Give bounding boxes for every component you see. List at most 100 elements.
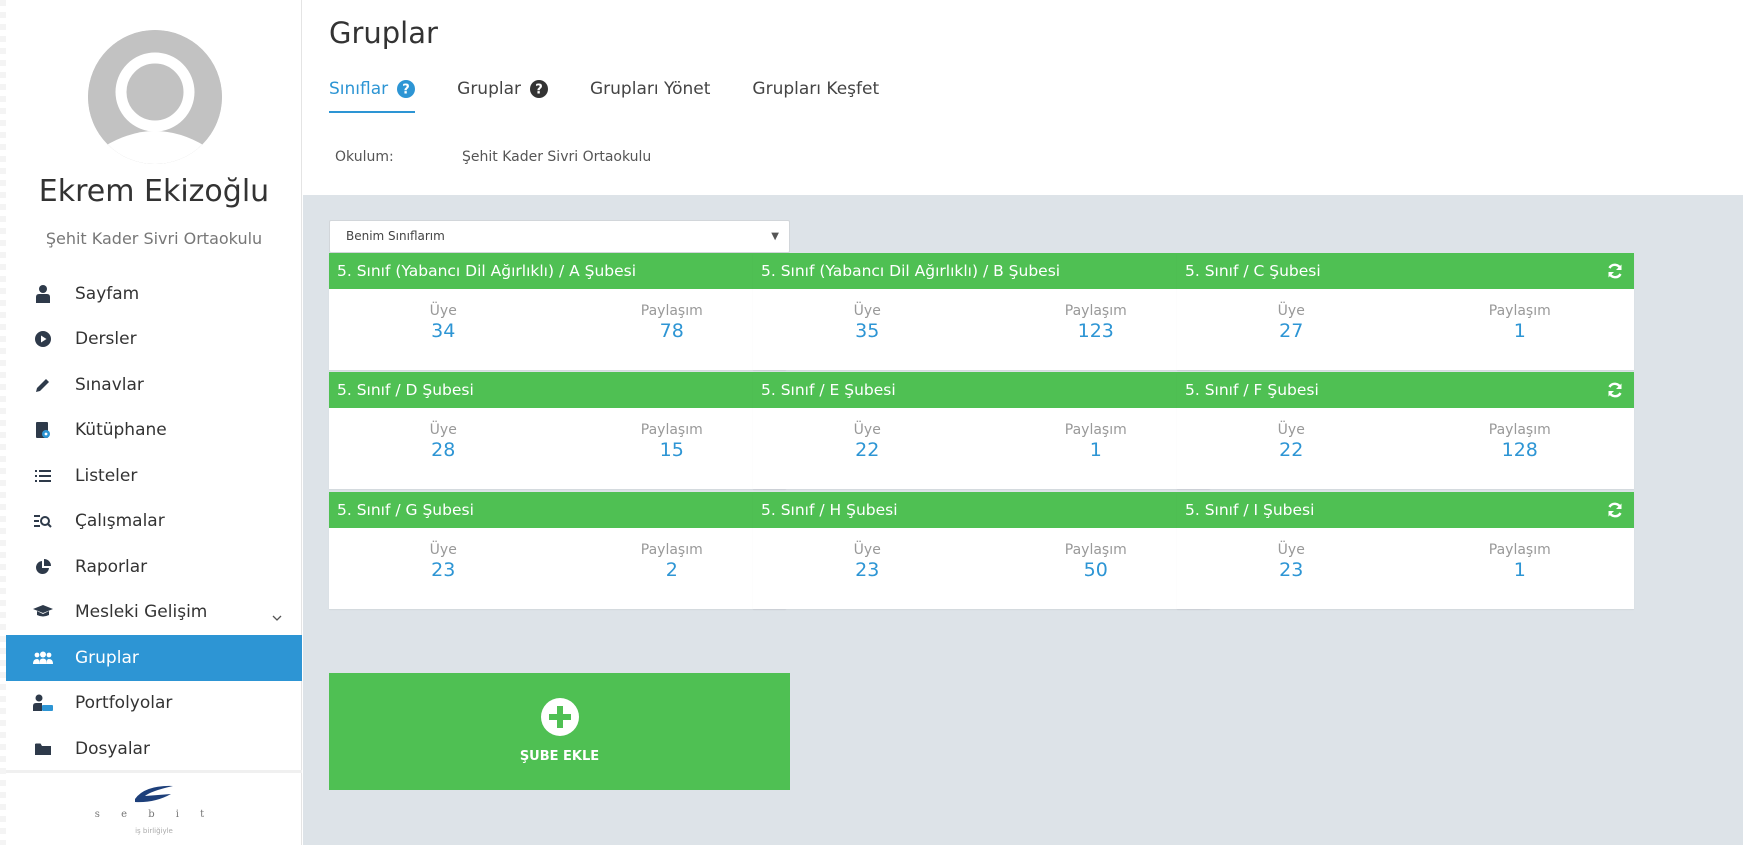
class-card-title: 5. Sınıf / D Şubesi (337, 381, 474, 399)
tab-label: Sınıflar (329, 79, 389, 99)
class-card[interactable]: 5. Sınıf (Yabancı Dil Ağırlıklı) / B Şub… (753, 253, 1210, 370)
class-card-header[interactable]: 5. Sınıf (Yabancı Dil Ağırlıklı) / A Şub… (329, 253, 786, 289)
share-label: Paylaşım (640, 303, 703, 319)
user-school: Şehit Kader Sivri Ortaokulu (45, 229, 263, 248)
folder-icon (33, 739, 53, 759)
share-stat: Paylaşım 123 (982, 303, 1211, 342)
sidebar-item-label: Sayfam (75, 283, 140, 304)
sidebar-item-label: Portfolyolar (75, 693, 173, 714)
sidebar-item-listeler[interactable]: Listeler (6, 453, 302, 499)
class-card-title: 5. Sınıf / F Şubesi (1185, 381, 1319, 399)
class-card[interactable]: 5. Sınıf / C Şubesi Üye 27 Paylaşım 1 (1177, 253, 1634, 370)
refresh-icon[interactable] (1606, 381, 1624, 399)
class-card-header[interactable]: 5. Sınıf / F Şubesi (1177, 372, 1634, 408)
member-count[interactable]: 34 (329, 320, 558, 342)
play-circle-icon (33, 329, 53, 349)
add-branch-label: ŞUBE EKLE (519, 749, 600, 764)
class-card-header[interactable]: 5. Sınıf / G Şubesi (329, 492, 786, 528)
sidebar-item-sayfam[interactable]: Sayfam (6, 271, 302, 317)
tab-gruplar[interactable]: Gruplar ? (457, 79, 548, 113)
class-card[interactable]: 5. Sınıf / F Şubesi Üye 22 Paylaşım 128 (1177, 372, 1634, 489)
sebit-logo-icon (6, 783, 302, 809)
share-stat: Paylaşım 128 (1406, 422, 1635, 461)
class-card-header[interactable]: 5. Sınıf (Yabancı Dil Ağırlıklı) / B Şub… (753, 253, 1210, 289)
sidebar-item-dersler[interactable]: Dersler (6, 317, 302, 363)
share-count[interactable]: 1 (982, 439, 1211, 461)
share-count[interactable]: 128 (1406, 439, 1635, 461)
tab-label: Gruplar (457, 79, 521, 99)
share-count[interactable]: 1 (1406, 320, 1635, 342)
svg-text:?: ? (535, 83, 543, 98)
member-count[interactable]: 23 (753, 559, 982, 581)
refresh-icon[interactable] (1606, 501, 1624, 519)
share-count[interactable]: 123 (982, 320, 1211, 342)
user-name: Ekrem Ekizoğlu (38, 174, 270, 209)
class-card-header[interactable]: 5. Sınıf / E Şubesi (753, 372, 1210, 408)
member-count[interactable]: 22 (1177, 439, 1406, 461)
member-stat: Üye 34 (329, 303, 558, 342)
book-icon (33, 420, 53, 440)
class-card[interactable]: 5. Sınıf / E Şubesi Üye 22 Paylaşım 1 (753, 372, 1210, 489)
sidebar-item-kutuphane[interactable]: Kütüphane (6, 408, 302, 454)
class-card-header[interactable]: 5. Sınıf / H Şubesi (753, 492, 1210, 528)
tab-gruplari-yonet[interactable]: Grupları Yönet (590, 79, 710, 113)
help-icon[interactable]: ? (530, 80, 548, 98)
pie-chart-icon (33, 557, 53, 577)
class-card-title: 5. Sınıf (Yabancı Dil Ağırlıklı) / A Şub… (337, 262, 637, 280)
member-count[interactable]: 23 (1177, 559, 1406, 581)
class-card-body: Üye 34 Paylaşım 78 (329, 289, 786, 342)
avatar[interactable] (88, 30, 222, 164)
class-card-title: 5. Sınıf (Yabancı Dil Ağırlıklı) / B Şub… (761, 262, 1061, 280)
sidebar-item-label: Sınavlar (75, 374, 144, 395)
class-card-body: Üye 23 Paylaşım 50 (753, 528, 1210, 581)
school-row: Okulum: Şehit Kader Sivri Ortaokulu (335, 149, 651, 165)
sidebar-item-sinavlar[interactable]: Sınavlar (6, 362, 302, 408)
chevron-down-icon[interactable] (272, 606, 282, 626)
caret-down-icon: ▼ (771, 231, 779, 242)
member-count[interactable]: 22 (753, 439, 982, 461)
share-count[interactable]: 50 (982, 559, 1211, 581)
tab-bar: Sınıflar ? Gruplar ? Grupları Yönet Grup… (329, 79, 921, 113)
share-label: Paylaşım (640, 542, 703, 558)
class-card-header[interactable]: 5. Sınıf / D Şubesi (329, 372, 786, 408)
class-card[interactable]: 5. Sınıf (Yabancı Dil Ağırlıklı) / A Şub… (329, 253, 786, 370)
share-label: Paylaşım (1488, 542, 1551, 558)
sidebar-item-gruplar[interactable]: Gruplar (6, 635, 302, 681)
member-stat: Üye 23 (1177, 542, 1406, 581)
member-stat: Üye 28 (329, 422, 558, 461)
share-count[interactable]: 15 (558, 439, 787, 461)
class-card-body: Üye 22 Paylaşım 128 (1177, 408, 1634, 461)
sidebar-item-calismalar[interactable]: Çalışmalar (6, 499, 302, 545)
member-count[interactable]: 23 (329, 559, 558, 581)
tab-gruplari-kesfet[interactable]: Grupları Keşfet (752, 79, 879, 113)
sidebar-nav: Sayfam Dersler Sınavlar Kütüphane Listel… (6, 271, 302, 772)
member-count[interactable]: 35 (753, 320, 982, 342)
class-card-header[interactable]: 5. Sınıf / I Şubesi (1177, 492, 1634, 528)
class-filter-select[interactable]: Benim Sınıflarım ▼ (329, 220, 790, 253)
member-count[interactable]: 28 (329, 439, 558, 461)
share-count[interactable]: 2 (558, 559, 787, 581)
share-label: Paylaşım (1064, 542, 1127, 558)
users-icon (33, 648, 53, 668)
class-card-header[interactable]: 5. Sınıf / C Şubesi (1177, 253, 1634, 289)
refresh-icon[interactable] (1606, 262, 1624, 280)
member-label: Üye (429, 542, 457, 558)
tab-siniflar[interactable]: Sınıflar ? (329, 79, 416, 113)
help-icon[interactable]: ? (397, 80, 416, 98)
share-stat: Paylaşım 15 (558, 422, 787, 461)
class-card[interactable]: 5. Sınıf / I Şubesi Üye 23 Paylaşım 1 (1177, 492, 1634, 609)
add-branch-button[interactable]: ŞUBE EKLE (329, 673, 790, 790)
sidebar-item-mesleki-gelisim[interactable]: Mesleki Gelişim (6, 590, 302, 636)
page-header: Gruplar Sınıflar ? Gruplar ? Grupları Yö… (303, 0, 1743, 195)
sidebar-item-dosyalar[interactable]: Dosyalar (6, 726, 302, 772)
class-card[interactable]: 5. Sınıf / G Şubesi Üye 23 Paylaşım 2 (329, 492, 786, 609)
member-count[interactable]: 27 (1177, 320, 1406, 342)
sidebar-item-portfolyolar[interactable]: Portfolyolar (6, 681, 302, 727)
pencil-icon (33, 375, 53, 395)
class-card[interactable]: 5. Sınıf / H Şubesi Üye 23 Paylaşım 50 (753, 492, 1210, 609)
sidebar-item-raporlar[interactable]: Raporlar (6, 544, 302, 590)
class-card-title: 5. Sınıf / C Şubesi (1185, 262, 1321, 280)
share-count[interactable]: 1 (1406, 559, 1635, 581)
class-card[interactable]: 5. Sınıf / D Şubesi Üye 28 Paylaşım 15 (329, 372, 786, 489)
share-count[interactable]: 78 (558, 320, 787, 342)
